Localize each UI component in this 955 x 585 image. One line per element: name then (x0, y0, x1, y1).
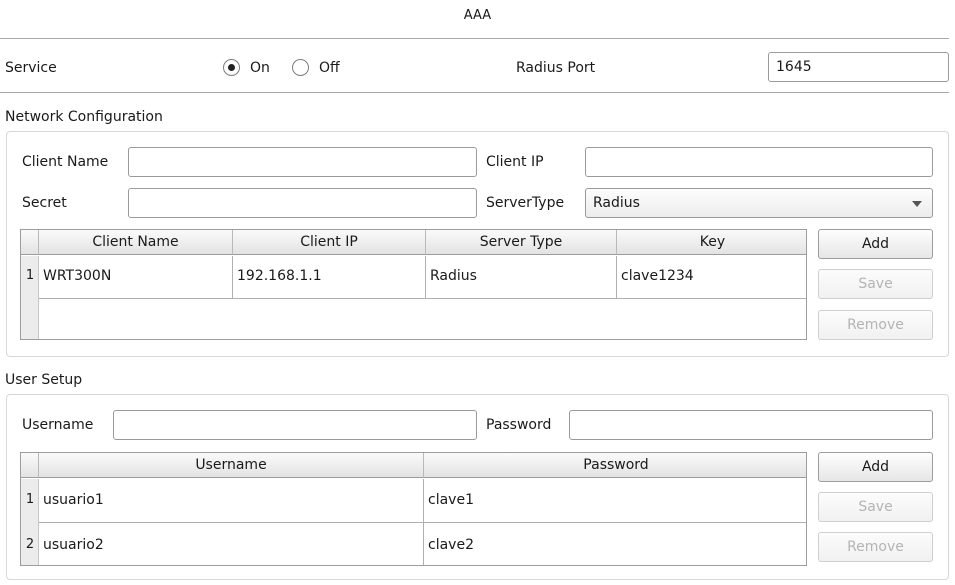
user-section-label: User Setup (5, 372, 83, 388)
network-clients-table: Client Name Client IP Server Type Key 1 … (20, 229, 807, 340)
cell-client-name[interactable]: WRT300N (39, 266, 111, 286)
users-table: Username Password 1 usuario1 clave1 2 us… (20, 452, 807, 566)
password-label: Password (486, 417, 552, 433)
client-ip-input[interactable] (585, 147, 933, 177)
radius-port-input[interactable]: 1645 (768, 52, 949, 82)
cell-divider (232, 256, 233, 298)
network-save-button[interactable]: Save (818, 269, 933, 299)
radius-port-label: Radius Port (516, 60, 596, 76)
column-header-username[interactable]: Username (39, 453, 424, 478)
row-index: 2 (25, 537, 35, 552)
cell-divider (425, 256, 426, 298)
cell-username[interactable]: usuario2 (39, 535, 104, 555)
client-name-input[interactable] (128, 147, 477, 177)
column-header-password[interactable]: Password (424, 453, 806, 478)
cell-divider (616, 256, 617, 298)
table-corner-header (21, 230, 39, 255)
column-header-client-name[interactable]: Client Name (39, 230, 233, 255)
client-ip-label: Client IP (486, 154, 544, 170)
username-label: Username (22, 417, 94, 433)
network-section-label: Network Configuration (5, 109, 163, 125)
divider-service (0, 92, 949, 93)
chevron-down-icon (912, 201, 922, 207)
network-add-button[interactable]: Add (818, 229, 933, 259)
password-input[interactable] (569, 410, 933, 440)
cell-server-type[interactable]: Radius (426, 266, 477, 286)
service-off-radio[interactable] (292, 59, 309, 76)
users-save-button[interactable]: Save (818, 492, 933, 522)
row-index: 1 (25, 492, 35, 507)
client-name-label: Client Name (22, 154, 109, 170)
service-off-label[interactable]: Off (319, 58, 340, 78)
column-header-server-type[interactable]: Server Type (426, 230, 617, 255)
server-type-value: Radius (593, 195, 640, 211)
column-header-client-ip[interactable]: Client IP (233, 230, 426, 255)
divider-top (0, 38, 949, 39)
username-input[interactable] (113, 410, 477, 440)
cell-password[interactable]: clave2 (424, 535, 474, 555)
cell-username[interactable]: usuario1 (39, 490, 104, 510)
users-remove-button[interactable]: Remove (818, 532, 933, 562)
cell-key[interactable]: clave1234 (617, 266, 694, 286)
secret-label: Secret (22, 195, 67, 211)
service-on-radio[interactable] (223, 59, 240, 76)
server-type-label: ServerType (486, 195, 565, 211)
network-remove-button[interactable]: Remove (818, 310, 933, 340)
service-on-label[interactable]: On (250, 58, 270, 78)
column-header-key[interactable]: Key (617, 230, 806, 255)
server-type-select[interactable]: Radius (585, 188, 933, 218)
users-add-button[interactable]: Add (818, 452, 933, 482)
cell-divider (423, 479, 424, 565)
cell-password[interactable]: clave1 (424, 490, 474, 510)
row-divider (39, 298, 806, 299)
cell-client-ip[interactable]: 192.168.1.1 (233, 266, 322, 286)
row-index: 1 (25, 268, 35, 283)
table-corner-header (21, 453, 39, 478)
window-title: AAA (463, 8, 492, 23)
secret-input[interactable] (128, 188, 477, 218)
service-label: Service (5, 60, 57, 76)
